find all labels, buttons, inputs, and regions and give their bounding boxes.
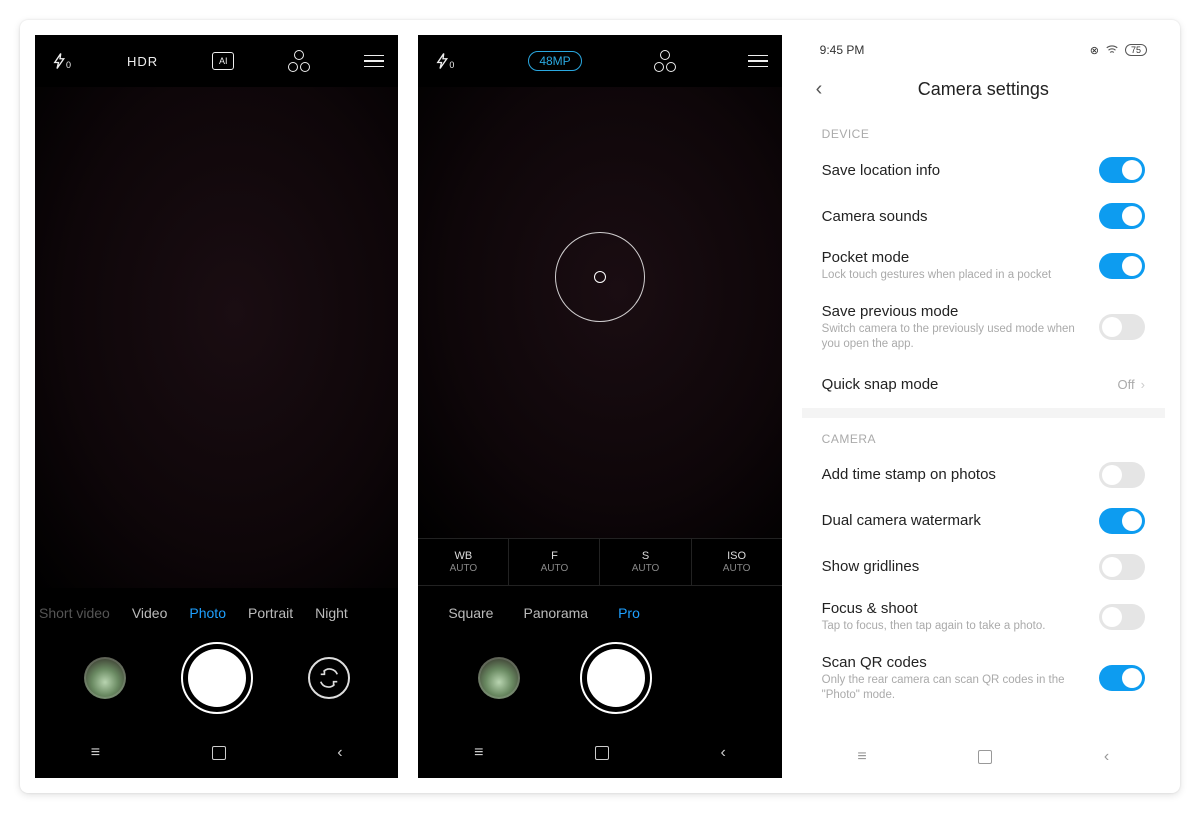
setting-subtitle: Lock touch gestures when placed in a poc… (822, 268, 1052, 283)
setting-title: Scan QR codes (822, 654, 1082, 671)
toggle-switch[interactable] (1099, 157, 1145, 183)
resolution-badge[interactable]: 48MP (528, 51, 581, 71)
setting-focus-shoot[interactable]: Focus & shoot Tap to focus, then tap agai… (802, 590, 1165, 644)
filter-icon[interactable] (654, 50, 676, 72)
gallery-thumbnail[interactable] (84, 657, 126, 699)
ai-icon[interactable]: AI (212, 52, 234, 70)
status-bar: 9:45 PM ⊗ 75 (802, 35, 1165, 65)
setting-subtitle: Switch camera to the previously used mod… (822, 322, 1082, 352)
home-icon[interactable] (212, 746, 226, 760)
filter-icon[interactable] (288, 50, 310, 72)
setting-title: Dual camera watermark (822, 512, 981, 529)
menu-icon[interactable] (748, 55, 768, 68)
setting-dual-camera-watermark[interactable]: Dual camera watermark (802, 498, 1165, 544)
settings-header: ‹ Camera settings (802, 65, 1165, 113)
shutter-row (35, 633, 398, 723)
mode-portrait[interactable]: Portrait (248, 605, 293, 621)
setting-title: Quick snap mode (822, 376, 939, 393)
mode-photo[interactable]: Photo (189, 605, 226, 621)
setting-camera-sounds[interactable]: Camera sounds (802, 193, 1165, 239)
setting-title: Pocket mode (822, 249, 1052, 266)
android-nav-bar: ≡ ‹ (802, 742, 1165, 772)
setting-title: Save previous mode (822, 303, 1082, 320)
setting-title: Show gridlines (822, 558, 920, 575)
mode-video[interactable]: Video (132, 605, 168, 621)
section-header: CAMERA (802, 418, 1165, 452)
home-icon[interactable] (978, 750, 992, 764)
toggle-switch[interactable] (1099, 508, 1145, 534)
pro-settings-row: WBAUTOFAUTOSAUTOISOAUTO (418, 538, 781, 586)
menu-icon[interactable] (364, 55, 384, 68)
shutter-row (418, 633, 781, 723)
setting-title: Add time stamp on photos (822, 466, 996, 483)
pro-iso[interactable]: ISOAUTO (692, 539, 782, 585)
back-icon[interactable]: ‹ (337, 744, 342, 762)
pro-s[interactable]: SAUTO (600, 539, 691, 585)
setting-save-location-info[interactable]: Save location info (802, 147, 1165, 193)
setting-title: Save location info (822, 162, 940, 179)
recents-icon[interactable]: ≡ (474, 744, 483, 762)
mode-selector[interactable]: Square Panorama Pro (418, 593, 781, 633)
toggle-switch[interactable] (1099, 462, 1145, 488)
android-nav-bar: ≡ ‹ (418, 738, 781, 768)
setting-title: Focus & shoot (822, 600, 1046, 617)
rotation-lock-icon: ⊗ (1090, 44, 1099, 57)
pro-f[interactable]: FAUTO (509, 539, 600, 585)
toggle-switch[interactable] (1099, 253, 1145, 279)
status-time: 9:45 PM (820, 43, 865, 57)
setting-subtitle: Tap to focus, then tap again to take a p… (822, 619, 1046, 634)
focus-indicator-icon (555, 232, 645, 322)
camera-top-bar: 0 48MP (418, 35, 781, 87)
toggle-switch[interactable] (1099, 203, 1145, 229)
recents-icon[interactable]: ≡ (91, 744, 100, 762)
camera-top-bar: 0 HDR AI (35, 35, 398, 87)
setting-pocket-mode[interactable]: Pocket mode Lock touch gestures when plac… (802, 239, 1165, 293)
shutter-button[interactable] (580, 642, 652, 714)
setting-title: Camera sounds (822, 208, 928, 225)
camera-viewfinder[interactable] (418, 87, 781, 538)
mode-selector[interactable]: Short video Video Photo Portrait Night (35, 593, 398, 633)
camera-pro-screen: 0 48MP WBAUTOFAUTOSAUTOISOAUTO Square Pan… (418, 35, 781, 778)
camera-photo-screen: 0 HDR AI Short video Video Photo Portrait Ni… (35, 35, 398, 778)
setting-value: Off› (1118, 377, 1145, 392)
toggle-switch[interactable] (1099, 314, 1145, 340)
shutter-button[interactable] (181, 642, 253, 714)
mode-pro[interactable]: Pro (618, 605, 640, 621)
back-icon[interactable]: ‹ (721, 744, 726, 762)
settings-title: Camera settings (918, 79, 1049, 100)
battery-icon: 75 (1125, 44, 1147, 56)
gallery-thumbnail[interactable] (478, 657, 520, 699)
setting-add-time-stamp-on-photos[interactable]: Add time stamp on photos (802, 452, 1165, 498)
android-nav-bar: ≡ ‹ (35, 738, 398, 768)
setting-scan-qr-codes[interactable]: Scan QR codes Only the rear camera can sc… (802, 644, 1165, 713)
wifi-icon (1105, 42, 1119, 59)
toggle-switch[interactable] (1099, 554, 1145, 580)
setting-save-previous-mode[interactable]: Save previous mode Switch camera to the p… (802, 293, 1165, 362)
section-header: DEVICE (802, 113, 1165, 147)
setting-subtitle: Only the rear camera can scan QR codes i… (822, 673, 1082, 703)
camera-switch-icon[interactable] (308, 657, 350, 699)
toggle-switch[interactable] (1099, 604, 1145, 630)
flash-icon[interactable]: 0 (432, 49, 456, 73)
camera-settings-screen: 9:45 PM ⊗ 75 ‹ Camera settings DEVICE Sav… (802, 35, 1165, 778)
camera-viewfinder[interactable] (35, 87, 398, 588)
back-icon[interactable]: ‹ (1104, 748, 1109, 766)
pro-wb[interactable]: WBAUTO (418, 539, 509, 585)
setting-show-gridlines[interactable]: Show gridlines (802, 544, 1165, 590)
flash-icon[interactable]: 0 (49, 49, 73, 73)
settings-list: DEVICE Save location info Camera sounds Poc… (802, 113, 1165, 713)
setting-quick-snap-mode[interactable]: Quick snap mode Off› (802, 362, 1165, 408)
mode-night[interactable]: Night (315, 605, 348, 621)
back-button[interactable]: ‹ (816, 78, 823, 101)
recents-icon[interactable]: ≡ (857, 748, 866, 766)
hdr-toggle[interactable]: HDR (127, 54, 158, 69)
mode-panorama[interactable]: Panorama (523, 605, 588, 621)
chevron-right-icon: › (1141, 377, 1145, 392)
mode-short-video[interactable]: Short video (39, 605, 110, 621)
mode-square[interactable]: Square (448, 605, 493, 621)
home-icon[interactable] (595, 746, 609, 760)
toggle-switch[interactable] (1099, 665, 1145, 691)
